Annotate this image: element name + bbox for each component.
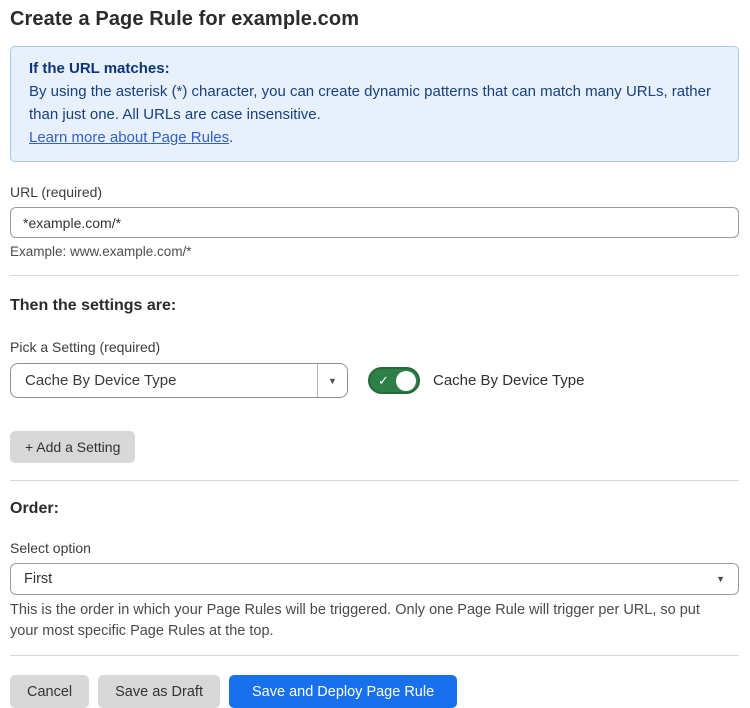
save-as-draft-button[interactable]: Save as Draft	[98, 675, 220, 708]
setting-dropdown-arrow-button[interactable]: ▼	[317, 364, 347, 397]
save-and-deploy-button[interactable]: Save and Deploy Page Rule	[229, 675, 457, 708]
setting-row: Cache By Device Type ▼ ✓ Cache By Device…	[10, 363, 739, 398]
setting-toggle[interactable]: ✓	[368, 367, 420, 394]
check-icon: ✓	[378, 374, 389, 387]
info-box-body: By using the asterisk (*) character, you…	[29, 80, 720, 126]
order-select-value: First	[24, 571, 52, 587]
order-section-heading: Order:	[10, 500, 739, 518]
link-suffix: .	[229, 129, 233, 146]
divider	[10, 655, 739, 656]
setting-toggle-label: Cache By Device Type	[433, 372, 584, 389]
cancel-button[interactable]: Cancel	[10, 675, 89, 708]
info-box-link-line: Learn more about Page Rules.	[29, 126, 720, 149]
setting-dropdown-value: Cache By Device Type	[11, 364, 317, 397]
pick-setting-label: Pick a Setting (required)	[10, 339, 739, 355]
order-select[interactable]: First ▼	[10, 563, 739, 595]
create-page-rule-panel: Create a Page Rule for example.com If th…	[0, 0, 750, 708]
url-input[interactable]	[10, 207, 739, 238]
divider	[10, 275, 739, 276]
footer-button-row: Cancel Save as Draft Save and Deploy Pag…	[10, 675, 739, 708]
order-help-text: This is the order in which your Page Rul…	[10, 600, 722, 642]
chevron-down-icon: ▼	[716, 574, 725, 584]
learn-more-link[interactable]: Learn more about Page Rules	[29, 129, 229, 146]
add-setting-button[interactable]: + Add a Setting	[10, 431, 135, 463]
order-select-label: Select option	[10, 540, 739, 556]
page-title: Create a Page Rule for example.com	[10, 8, 739, 31]
settings-section-heading: Then the settings are:	[10, 297, 739, 315]
divider	[10, 480, 739, 481]
url-field-label: URL (required)	[10, 184, 739, 200]
setting-dropdown[interactable]: Cache By Device Type ▼	[10, 363, 348, 398]
info-box-heading: If the URL matches:	[29, 57, 720, 80]
chevron-down-icon: ▼	[328, 376, 337, 386]
url-match-info-box: If the URL matches: By using the asteris…	[10, 46, 739, 162]
toggle-knob	[396, 371, 416, 391]
url-example-text: Example: www.example.com/*	[10, 244, 739, 259]
